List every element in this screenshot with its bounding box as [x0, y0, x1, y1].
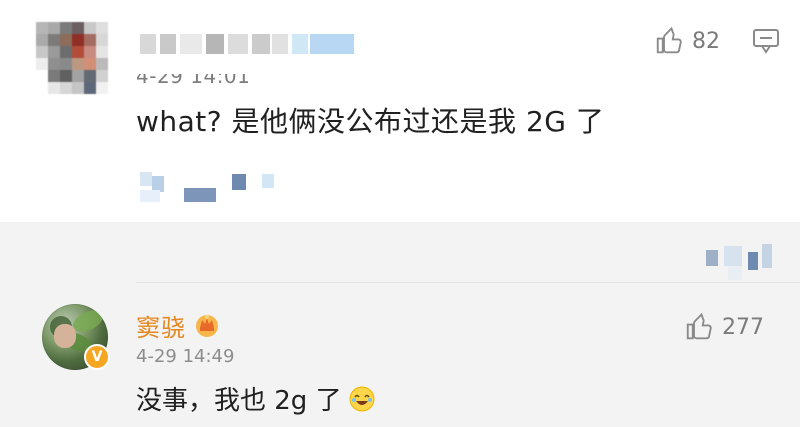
comment-screen: 4-29 14:01 what? 是他俩没公布过还是我 2G 了 82 V 窦骁…: [0, 0, 800, 427]
blurred-reply-link[interactable]: [140, 172, 290, 208]
crown-icon: [196, 315, 218, 337]
comment-timestamp: 4-29 14:01: [136, 64, 251, 88]
top-comment-card: 4-29 14:01 what? 是他俩没公布过还是我 2G 了 82: [0, 0, 800, 222]
reply-like-count: 277: [722, 314, 764, 340]
reply-timestamp: 4-29 14:49: [136, 346, 235, 367]
comment-bubble-icon[interactable]: [752, 28, 780, 54]
reply-like[interactable]: 277: [684, 312, 764, 342]
comment-text: what? 是他俩没公布过还是我 2G 了: [136, 105, 605, 138]
thumbs-up-icon[interactable]: [684, 312, 714, 342]
blurred-label: [706, 244, 772, 280]
divider: [136, 282, 800, 283]
reply-thread: [0, 222, 800, 427]
comment-like[interactable]: 82: [654, 26, 720, 56]
thumbs-up-icon[interactable]: [654, 26, 684, 56]
verified-badge: V: [84, 344, 110, 370]
blurred-username[interactable]: [140, 34, 360, 58]
blurred-avatar[interactable]: [36, 22, 108, 94]
reply-text-row: 没事，我也 2g 了: [136, 380, 376, 417]
reply-text: 没事，我也 2g 了: [136, 386, 342, 416]
reply-username[interactable]: 窦骁: [136, 308, 186, 343]
laughing-emoji-icon: [349, 386, 375, 411]
like-count: 82: [692, 28, 720, 54]
